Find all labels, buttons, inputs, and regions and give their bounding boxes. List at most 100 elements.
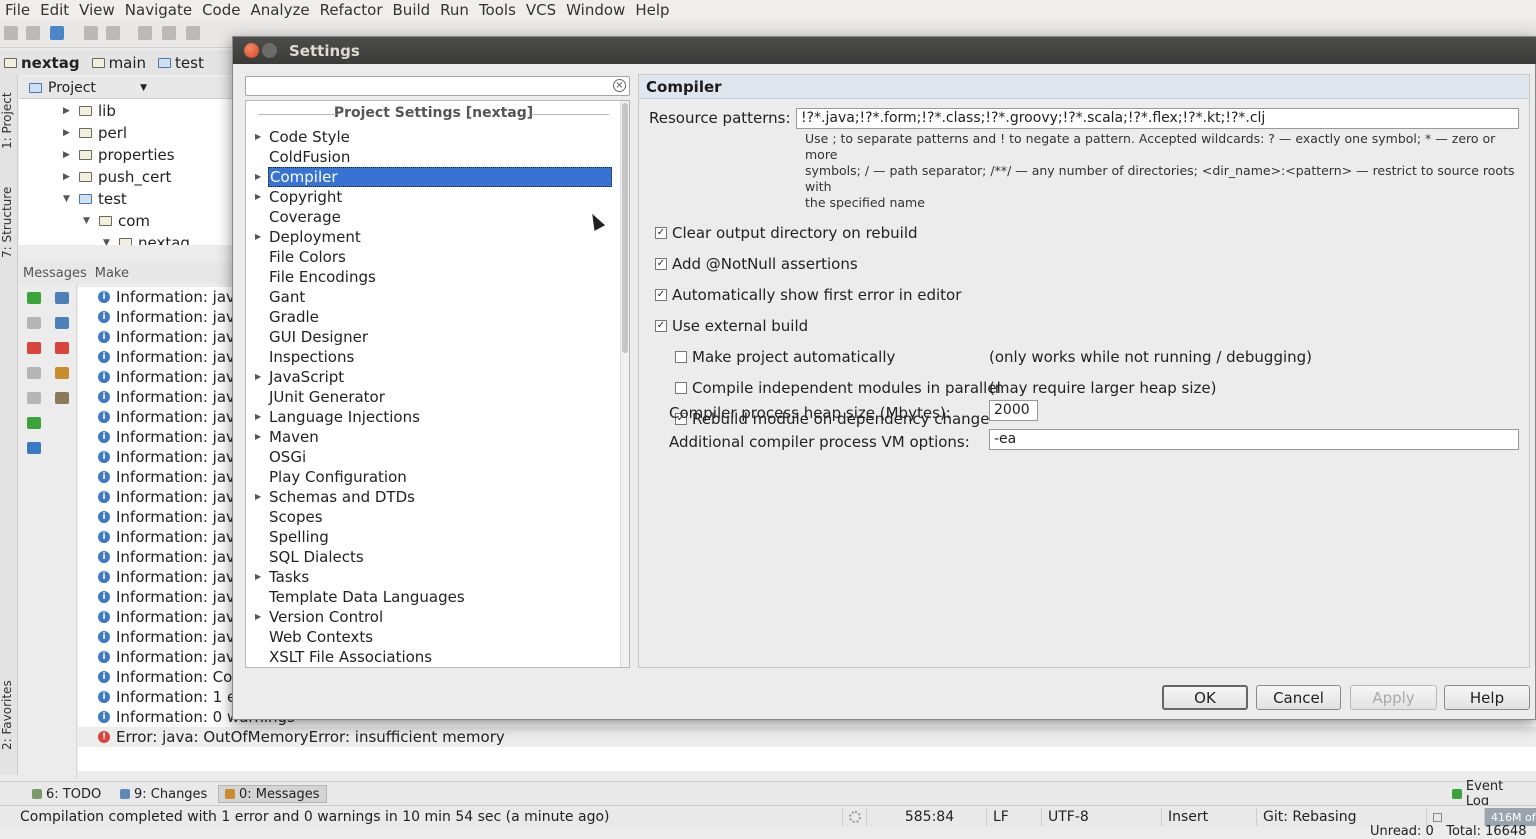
collapse-arrow-icon[interactable]: ▼ bbox=[63, 194, 73, 204]
menu-vcs[interactable]: VCS bbox=[521, 1, 561, 19]
expand-arrow-icon[interactable]: ▶ bbox=[255, 232, 261, 241]
tab-event-log[interactable]: Event Log bbox=[1446, 779, 1536, 809]
nav-item-maven[interactable]: Maven bbox=[268, 427, 319, 447]
checkbox-icon[interactable]: ✓ bbox=[655, 320, 667, 332]
expand-arrow-icon[interactable]: ▶ bbox=[255, 172, 261, 181]
checkbox-icon[interactable] bbox=[675, 351, 687, 363]
caret-position[interactable]: 585:84 bbox=[866, 808, 986, 826]
expand-arrow-icon[interactable]: ▶ bbox=[255, 492, 261, 501]
error-filter-icon[interactable] bbox=[55, 342, 69, 354]
menu-navigate[interactable]: Navigate bbox=[120, 1, 197, 19]
rerun-icon[interactable] bbox=[27, 292, 41, 304]
previous-icon[interactable] bbox=[27, 367, 41, 379]
nav-item-file-encodings[interactable]: File Encodings bbox=[268, 267, 376, 287]
nav-item-version-control[interactable]: Version Control bbox=[268, 607, 383, 627]
nav-item-scopes[interactable]: Scopes bbox=[268, 507, 323, 527]
option-checkbox[interactable]: ✓ Clear output directory on rebuild bbox=[655, 224, 918, 242]
vm-options-input[interactable]: -ea bbox=[989, 429, 1519, 450]
next-icon[interactable] bbox=[27, 392, 41, 404]
checkbox-icon[interactable]: ✓ bbox=[655, 227, 667, 239]
jump-to-source-icon[interactable] bbox=[27, 417, 41, 429]
settings-icon[interactable] bbox=[55, 392, 69, 404]
tab-favorites[interactable]: 2: Favorites bbox=[0, 675, 18, 755]
expand-arrow-icon[interactable]: ▶ bbox=[63, 128, 73, 138]
checkbox-icon[interactable]: ✓ bbox=[655, 289, 667, 301]
cut-icon[interactable] bbox=[138, 26, 152, 40]
menu-run[interactable]: Run bbox=[435, 1, 474, 19]
nav-item-coldfusion[interactable]: ColdFusion bbox=[268, 147, 350, 167]
cancel-button[interactable]: Cancel bbox=[1256, 685, 1341, 710]
expand-arrow-icon[interactable]: ▶ bbox=[255, 432, 261, 441]
nav-item-play-configuration[interactable]: Play Configuration bbox=[268, 467, 407, 487]
nav-item-javascript[interactable]: JavaScript bbox=[268, 367, 344, 387]
nav-item-copyright[interactable]: Copyright bbox=[268, 187, 342, 207]
tab-messages-bottom[interactable]: 0: Messages bbox=[218, 785, 327, 803]
checkbox-icon[interactable]: ✓ bbox=[655, 258, 667, 270]
tree-node[interactable]: ▼ test bbox=[63, 188, 127, 210]
tree-node[interactable]: ▶ push_cert bbox=[63, 166, 171, 188]
save-icon[interactable] bbox=[26, 26, 40, 40]
menu-view[interactable]: View bbox=[74, 1, 120, 19]
expand-arrow-icon[interactable]: ▶ bbox=[255, 612, 261, 621]
nav-item-deployment[interactable]: Deployment bbox=[268, 227, 361, 247]
menu-edit[interactable]: Edit bbox=[35, 1, 74, 19]
apply-button[interactable]: Apply bbox=[1350, 685, 1437, 710]
collapse-all-icon[interactable] bbox=[55, 317, 69, 329]
menu-file[interactable]: File bbox=[0, 1, 35, 19]
menu-code[interactable]: Code bbox=[197, 1, 245, 19]
sub-option-checkbox[interactable]: Make project automatically bbox=[675, 348, 895, 366]
paste-icon[interactable] bbox=[186, 26, 200, 40]
collapse-arrow-icon[interactable]: ▼ bbox=[83, 216, 93, 226]
option-checkbox[interactable]: ✓ Add @NotNull assertions bbox=[655, 255, 858, 273]
expand-arrow-icon[interactable]: ▶ bbox=[255, 192, 261, 201]
nav-item-schemas-and-dtds[interactable]: Schemas and DTDs bbox=[268, 487, 415, 507]
nav-item-file-colors[interactable]: File Colors bbox=[268, 247, 346, 267]
nav-item-language-injections[interactable]: Language Injections bbox=[268, 407, 420, 427]
nav-item-tasks[interactable]: Tasks bbox=[268, 567, 309, 587]
chevron-down-icon[interactable]: ▼ bbox=[140, 83, 147, 93]
redo-icon[interactable] bbox=[106, 26, 120, 40]
nav-item-compiler[interactable]: Compiler bbox=[268, 167, 612, 187]
nav-item-code-style[interactable]: Code Style bbox=[268, 127, 350, 147]
copy-icon[interactable] bbox=[162, 26, 176, 40]
expand-all-icon[interactable] bbox=[55, 292, 69, 304]
tab-project[interactable]: 1: Project bbox=[0, 81, 18, 161]
nav-scrollbar[interactable] bbox=[620, 101, 629, 667]
tab-todo[interactable]: 6: TODO bbox=[26, 785, 107, 803]
nav-item-sql-dialects[interactable]: SQL Dialects bbox=[268, 547, 364, 567]
breadcrumb-item[interactable]: main bbox=[88, 54, 154, 72]
settings-search-input[interactable]: × bbox=[245, 76, 630, 96]
tree-node[interactable]: ▶ perl bbox=[63, 122, 127, 144]
menu-help[interactable]: Help bbox=[630, 1, 674, 19]
option-checkbox[interactable]: ✓ Automatically show first error in edito… bbox=[655, 286, 961, 304]
nav-item-gradle[interactable]: Gradle bbox=[268, 307, 319, 327]
project-panel-header[interactable]: Project ▼ bbox=[19, 77, 233, 99]
checkbox-icon[interactable] bbox=[675, 382, 687, 394]
nav-item-inspections[interactable]: Inspections bbox=[268, 347, 354, 367]
stop-icon[interactable] bbox=[27, 317, 41, 329]
menu-tools[interactable]: Tools bbox=[474, 1, 521, 19]
clear-search-icon[interactable]: × bbox=[613, 79, 626, 92]
nav-item-coverage[interactable]: Coverage bbox=[268, 207, 341, 227]
breadcrumb-item[interactable]: test bbox=[154, 54, 212, 72]
resource-patterns-input[interactable]: !?*.java;!?*.form;!?*.class;!?*.groovy;!… bbox=[796, 108, 1519, 129]
expand-arrow-icon[interactable]: ▶ bbox=[255, 572, 261, 581]
sub-option-checkbox[interactable]: Compile independent modules in parallel bbox=[675, 379, 1001, 397]
ok-button[interactable]: OK bbox=[1162, 685, 1248, 710]
collapse-arrow-icon[interactable]: ▼ bbox=[103, 238, 113, 245]
tab-make[interactable]: Make bbox=[95, 266, 129, 281]
nav-item-web-contexts[interactable]: Web Contexts bbox=[268, 627, 373, 647]
heap-size-input[interactable]: 2000 bbox=[989, 400, 1038, 421]
expand-arrow-icon[interactable]: ▶ bbox=[255, 412, 261, 421]
option-checkbox[interactable]: ✓ Use external build bbox=[655, 317, 808, 335]
nav-item-junit-generator[interactable]: JUnit Generator bbox=[268, 387, 385, 407]
menu-refactor[interactable]: Refactor bbox=[315, 1, 388, 19]
line-separator[interactable]: LF bbox=[986, 808, 1041, 826]
file-encoding[interactable]: UTF-8 bbox=[1041, 808, 1161, 826]
nav-item-gant[interactable]: Gant bbox=[268, 287, 305, 307]
tab-messages[interactable]: Messages bbox=[23, 266, 87, 281]
sync-icon[interactable] bbox=[50, 26, 64, 40]
close-icon[interactable] bbox=[27, 342, 41, 354]
tree-node[interactable]: ▼ nextag bbox=[103, 232, 190, 245]
open-icon[interactable] bbox=[4, 26, 18, 40]
